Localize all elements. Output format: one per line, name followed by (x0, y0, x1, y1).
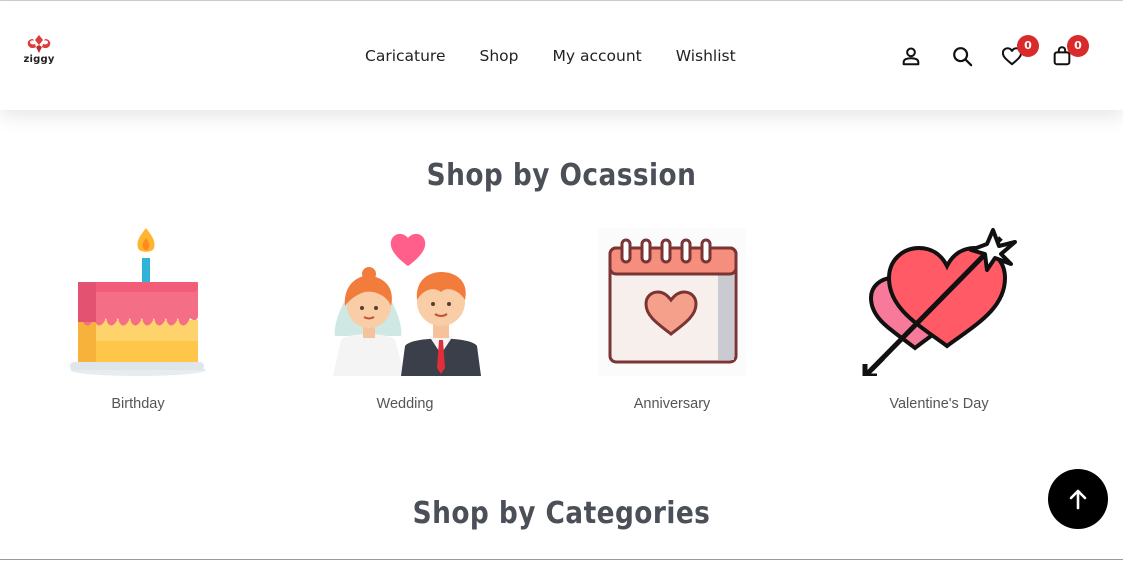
brand-logo[interactable]: ziggy (22, 35, 56, 71)
account-button[interactable] (898, 43, 924, 69)
occasion-card-anniversary[interactable]: Anniversary (592, 224, 752, 412)
nav-my-account[interactable]: My account (553, 45, 642, 67)
cart-count-badge: 0 (1067, 35, 1089, 57)
occasion-label: Birthday (111, 396, 165, 412)
arrow-up-icon (1069, 489, 1087, 510)
occasion-card-birthday[interactable]: Birthday (58, 224, 218, 412)
site-header: ziggy Caricature Shop My account Wishlis… (0, 1, 1123, 110)
nav-wishlist[interactable]: Wishlist (676, 45, 736, 67)
user-icon (902, 47, 920, 66)
brand-name: ziggy (23, 54, 55, 65)
wishlist-count-badge: 0 (1017, 35, 1039, 57)
cart-button[interactable]: 0 (1049, 35, 1089, 69)
occasion-section-title: Shop by Ocassion (426, 158, 697, 193)
main-nav: Caricature Shop My account Wishlist (365, 45, 770, 67)
wishlist-button[interactable]: 0 (999, 35, 1039, 69)
nav-shop[interactable]: Shop (480, 45, 519, 67)
search-icon (953, 47, 973, 67)
nav-caricature[interactable]: Caricature (365, 45, 446, 67)
occasion-label: Anniversary (633, 396, 711, 412)
bottom-border (0, 559, 1123, 560)
logo-mark-icon (27, 35, 51, 53)
categories-section-title: Shop by Categories (412, 496, 711, 531)
search-button[interactable] (949, 43, 975, 69)
wedding-couple-icon (325, 224, 485, 376)
hearts-arrow-icon (859, 224, 1019, 376)
occasion-label: Wedding (376, 396, 434, 412)
back-to-top-button[interactable] (1048, 469, 1108, 529)
occasion-card-valentines-day[interactable]: Valentine's Day (859, 224, 1019, 412)
occasion-card-wedding[interactable]: Wedding (325, 224, 485, 412)
occasion-label: Valentine's Day (889, 396, 989, 412)
cake-icon (58, 224, 218, 376)
calendar-heart-icon (592, 224, 752, 376)
